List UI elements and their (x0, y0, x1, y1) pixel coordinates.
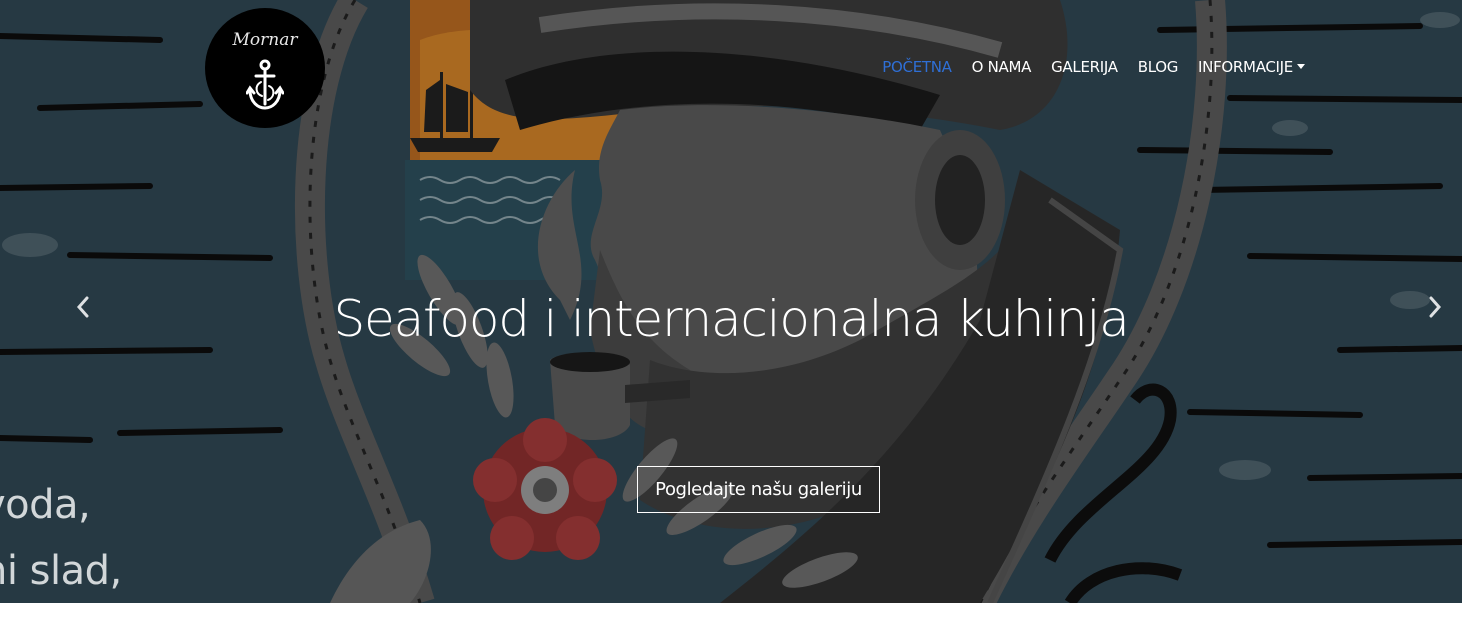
nav-item-informacije-label: INFORMACIJE (1198, 58, 1293, 76)
logo-wordmark: Mornar (232, 30, 298, 50)
anchor-icon (246, 59, 284, 110)
hero-headline: Seafood i internacionalna kuhinja (333, 290, 1129, 348)
dropdown-caret-icon (1297, 63, 1305, 69)
gallery-cta-button[interactable]: Pogledajte našu galeriju (637, 466, 880, 513)
nav-item-o-nama[interactable]: O NAMA (962, 58, 1041, 76)
nav-item-blog[interactable]: BLOG (1128, 58, 1188, 76)
background-text-line: voda, (0, 482, 91, 528)
background-text-line: hi slad, (0, 548, 122, 594)
main-nav: POČETNA O NAMA GALERIJA BLOG INFORMACIJE (872, 58, 1315, 76)
nav-item-informacije[interactable]: INFORMACIJE (1188, 58, 1315, 76)
nav-item-galerija[interactable]: GALERIJA (1041, 58, 1128, 76)
nav-item-pocetna[interactable]: POČETNA (872, 58, 961, 76)
logo[interactable]: Mornar (205, 8, 325, 128)
